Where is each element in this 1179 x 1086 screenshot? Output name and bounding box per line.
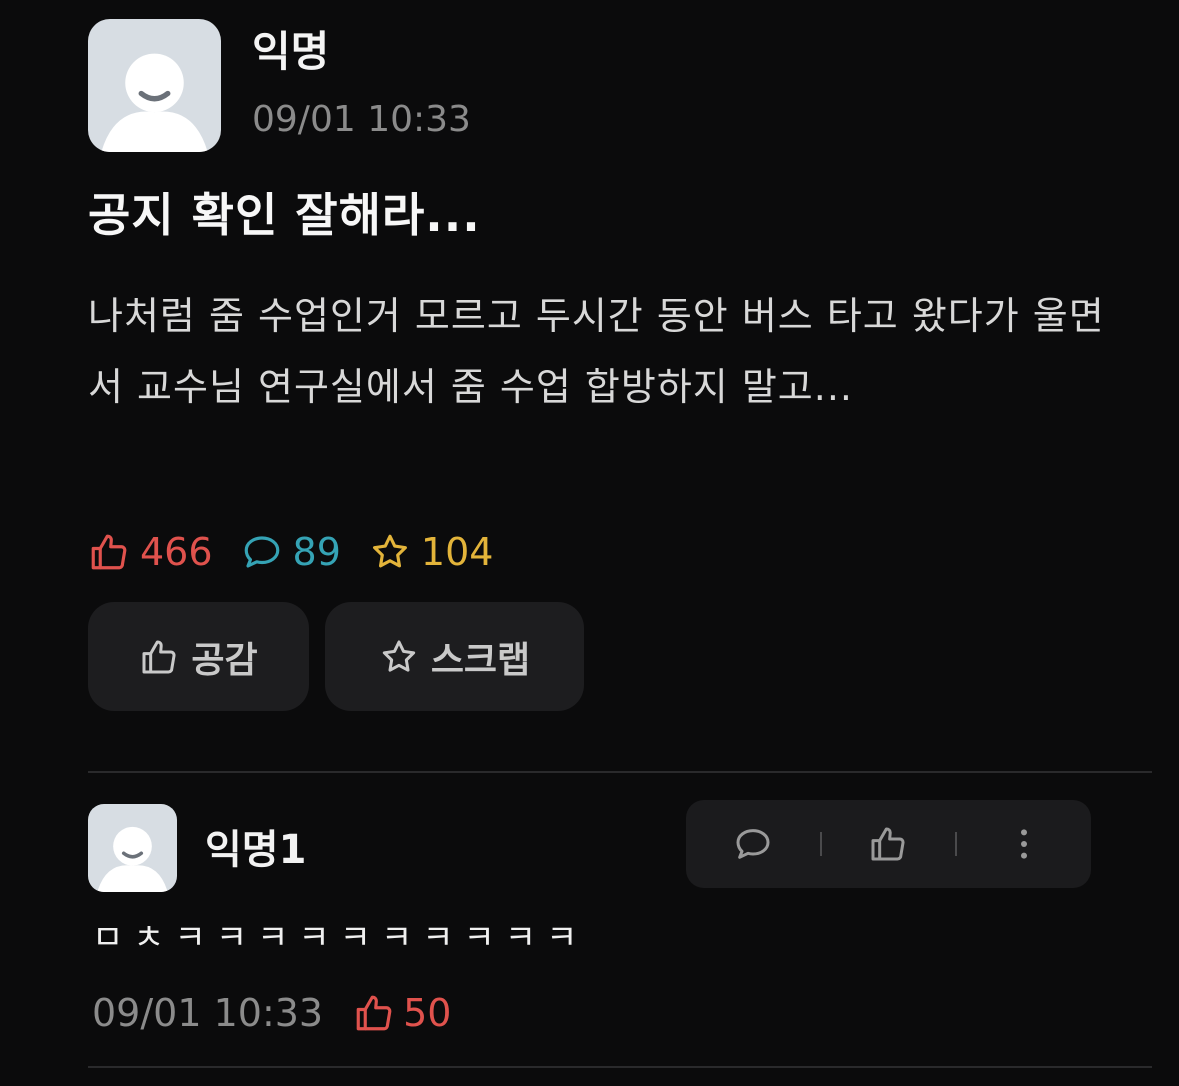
comment-meta: 09/01 10:33 50 xyxy=(92,985,451,1041)
post-title: 공지 확인 잘해라... xyxy=(88,188,481,242)
post-author-name: 익명 xyxy=(252,27,330,76)
star-icon xyxy=(382,640,415,672)
post-stats: 466 89 104 xyxy=(88,524,521,580)
reply-icon[interactable] xyxy=(733,824,773,864)
anonymous-user-icon xyxy=(97,826,168,892)
scrap-button-label: 스크랩 xyxy=(430,639,531,681)
more-vertical-icon[interactable] xyxy=(1004,824,1044,864)
comment-count-stat: 89 xyxy=(241,530,341,574)
like-count-stat: 466 xyxy=(88,530,213,574)
star-icon xyxy=(372,534,407,568)
like-button-label: 공감 xyxy=(191,639,258,681)
thumbs-up-icon[interactable] xyxy=(868,824,908,864)
thumbs-up-icon xyxy=(356,995,392,1031)
comment-author-avatar xyxy=(88,804,177,892)
scrap-count-stat: 104 xyxy=(369,530,494,574)
author-avatar xyxy=(88,19,221,152)
post-body: 나처럼 줌 수업인거 모르고 두시간 동안 버스 타고 왔다가 울면서 교수님 … xyxy=(88,294,1105,409)
thumbs-up-icon xyxy=(91,534,127,570)
speech-bubble-icon xyxy=(244,536,279,568)
comment-timestamp: 09/01 10:33 xyxy=(92,991,324,1035)
comment-action-bar xyxy=(686,800,1091,888)
divider xyxy=(88,1066,1152,1068)
thumbs-up-icon xyxy=(142,640,176,674)
like-count: 466 xyxy=(140,530,213,574)
scrap-button[interactable]: 스크랩 xyxy=(325,602,584,711)
comment-like-count: 50 xyxy=(403,991,452,1035)
post-timestamp: 09/01 10:33 xyxy=(252,99,471,140)
like-button[interactable]: 공감 xyxy=(88,602,309,711)
scrap-count: 104 xyxy=(420,530,494,574)
comment-count: 89 xyxy=(292,530,341,574)
comment-author-name: 익명1 xyxy=(205,827,307,873)
anonymous-user-icon xyxy=(101,53,208,152)
separator xyxy=(955,832,958,856)
comment-text: ㅁㅊㅋㅋㅋㅋㅋㅋㅋㅋㅋㅋ xyxy=(92,918,588,958)
comment-like-count-stat: 50 xyxy=(353,991,451,1035)
separator xyxy=(819,832,822,856)
divider xyxy=(88,771,1152,773)
